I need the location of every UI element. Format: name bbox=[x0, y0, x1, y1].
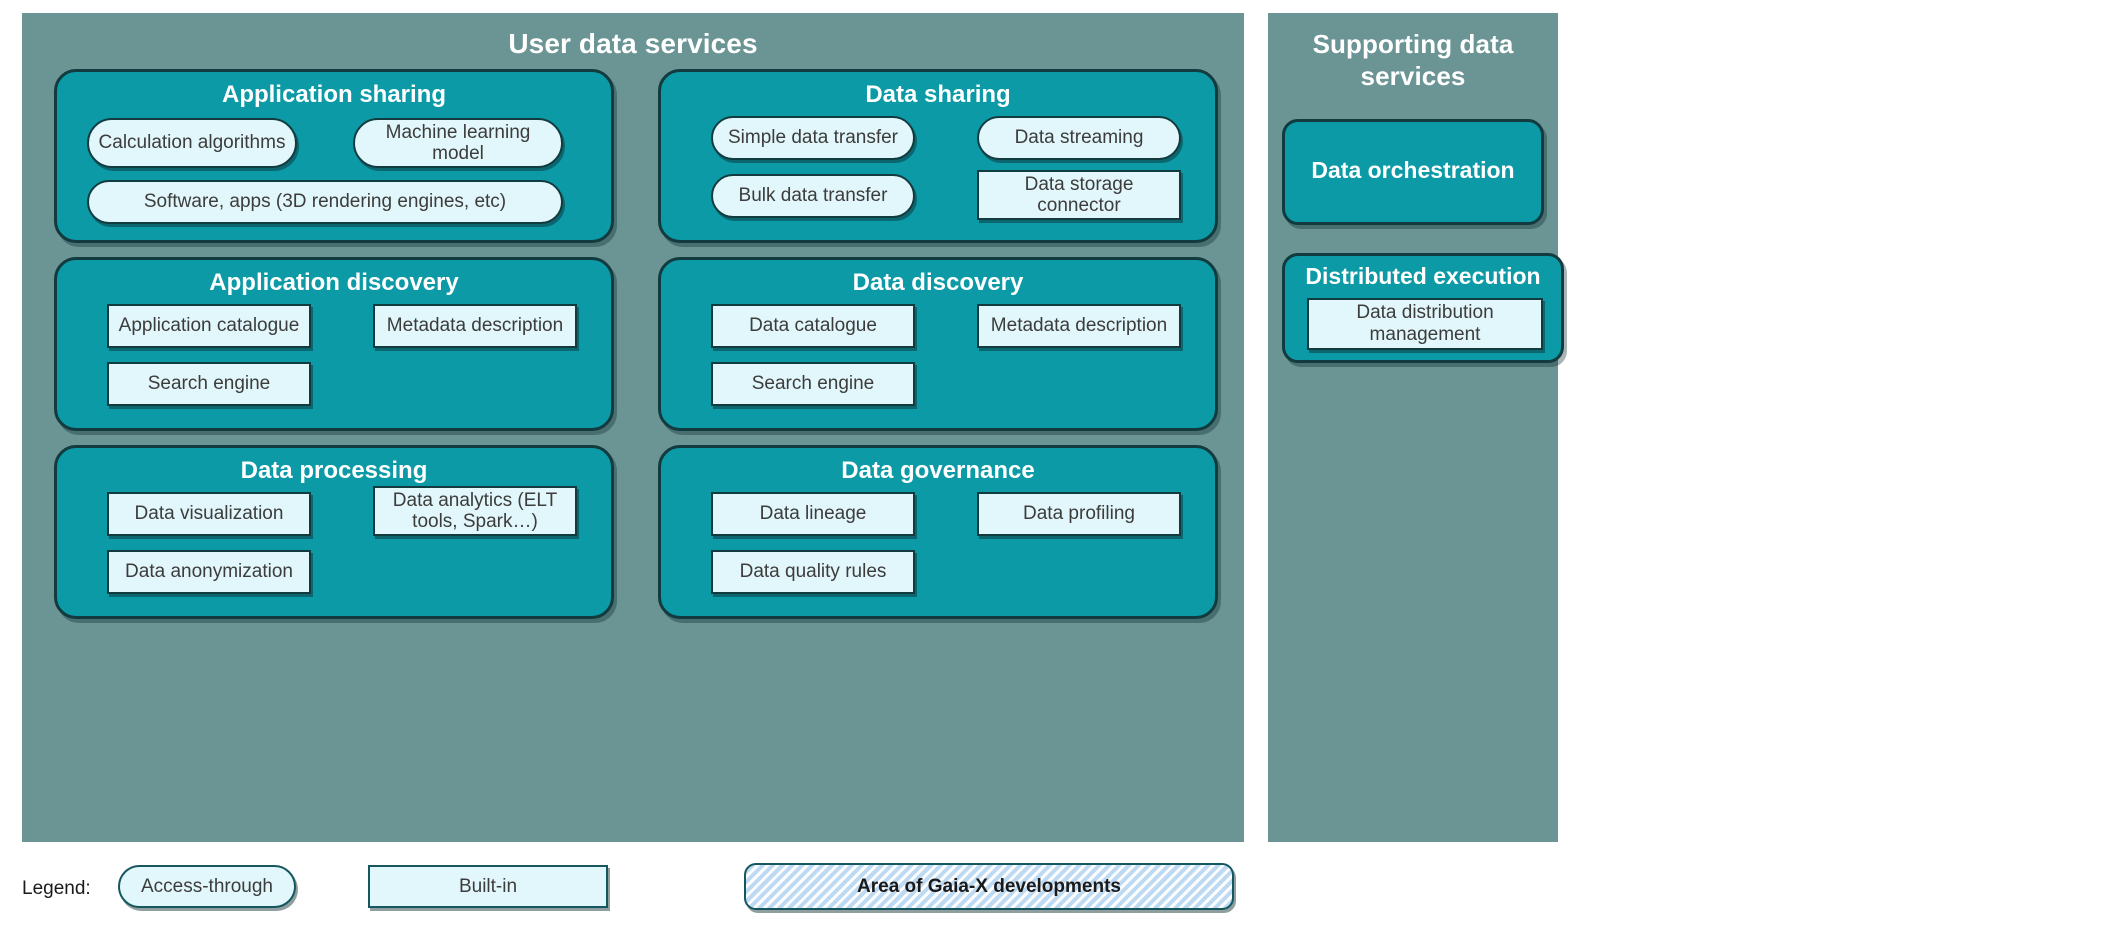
group-title-data-discovery: Data discovery bbox=[852, 269, 1024, 296]
item-software-apps[interactable]: Software, apps (3D rendering engines, et… bbox=[87, 180, 563, 225]
item-data-profiling[interactable]: Data profiling bbox=[977, 492, 1181, 537]
group-body-data-governance: Data lineage Data profiling Data quality… bbox=[661, 484, 1215, 610]
group-distributed-execution[interactable]: Distributed execution Data distribution … bbox=[1282, 253, 1564, 363]
group-data-orchestration[interactable]: Data orchestration bbox=[1282, 119, 1544, 225]
legend-access-through-chip: Access-through bbox=[118, 865, 296, 908]
diagram-canvas: User data services Application sharing C… bbox=[0, 0, 2103, 933]
legend-label: Legend: bbox=[22, 878, 91, 899]
item-bulk-data-transfer[interactable]: Bulk data transfer bbox=[711, 174, 915, 219]
item-data-distribution-management[interactable]: Data distribution management bbox=[1307, 298, 1543, 350]
item-search-engine-data[interactable]: Search engine bbox=[711, 362, 915, 407]
group-title-application-sharing: Application sharing bbox=[221, 81, 446, 108]
group-title-data-sharing: Data sharing bbox=[865, 81, 1011, 108]
group-body-application-sharing: Calculation algorithms Machine learning … bbox=[57, 108, 611, 234]
legend-gaia-x-area-chip: Area of Gaia-X developments bbox=[744, 863, 1234, 910]
group-data-discovery[interactable]: Data discovery Data catalogue Metadata d… bbox=[658, 257, 1218, 431]
group-data-governance[interactable]: Data governance Data lineage Data profil… bbox=[658, 445, 1218, 619]
group-body-application-discovery: Application catalogue Metadata descripti… bbox=[57, 296, 611, 422]
item-data-catalogue[interactable]: Data catalogue bbox=[711, 304, 915, 349]
item-data-analytics[interactable]: Data analytics (ELT tools, Spark…) bbox=[373, 486, 577, 537]
item-metadata-description-app[interactable]: Metadata description bbox=[373, 304, 577, 349]
item-simple-data-transfer[interactable]: Simple data transfer bbox=[711, 116, 915, 161]
item-data-lineage[interactable]: Data lineage bbox=[711, 492, 915, 537]
group-title-application-discovery: Application discovery bbox=[209, 269, 459, 296]
group-title-data-governance: Data governance bbox=[841, 457, 1035, 484]
legend-built-in-chip: Built-in bbox=[368, 865, 608, 908]
legend: Legend: Access-through Built-in Area of … bbox=[0, 860, 2103, 933]
group-body-data-discovery: Data catalogue Metadata description Sear… bbox=[661, 296, 1215, 422]
group-data-sharing[interactable]: Data sharing Simple data transfer Data s… bbox=[658, 69, 1218, 243]
user-data-services-title: User data services bbox=[508, 28, 758, 59]
item-data-streaming[interactable]: Data streaming bbox=[977, 116, 1181, 161]
supporting-data-services-panel: Supporting data services Data orchestrat… bbox=[1268, 13, 1564, 842]
group-application-discovery[interactable]: Application discovery Application catalo… bbox=[54, 257, 614, 431]
supporting-data-services-title: Supporting data services bbox=[1312, 29, 1514, 91]
group-data-processing[interactable]: Data processing Data visualization Data … bbox=[54, 445, 614, 619]
item-calculation-algorithms[interactable]: Calculation algorithms bbox=[87, 118, 297, 169]
item-data-storage-connector[interactable]: Data storage connector bbox=[977, 170, 1181, 221]
item-search-engine-app[interactable]: Search engine bbox=[107, 362, 311, 407]
item-data-anonymization[interactable]: Data anonymization bbox=[107, 550, 311, 595]
user-data-services-panel: User data services Application sharing C… bbox=[22, 13, 1244, 842]
group-body-data-processing: Data visualization Data analytics (ELT t… bbox=[57, 484, 611, 610]
item-data-quality-rules[interactable]: Data quality rules bbox=[711, 550, 915, 595]
item-data-visualization[interactable]: Data visualization bbox=[107, 492, 311, 537]
group-title-distributed-execution: Distributed execution bbox=[1305, 263, 1541, 289]
group-body-data-sharing: Simple data transfer Data streaming Bulk… bbox=[661, 108, 1215, 234]
item-machine-learning-model[interactable]: Machine learning model bbox=[353, 118, 563, 169]
item-application-catalogue[interactable]: Application catalogue bbox=[107, 304, 311, 349]
item-metadata-description-data[interactable]: Metadata description bbox=[977, 304, 1181, 349]
group-title-data-processing: Data processing bbox=[240, 457, 428, 484]
group-title-data-orchestration: Data orchestration bbox=[1311, 157, 1515, 183]
group-application-sharing[interactable]: Application sharing Calculation algorith… bbox=[54, 69, 614, 243]
